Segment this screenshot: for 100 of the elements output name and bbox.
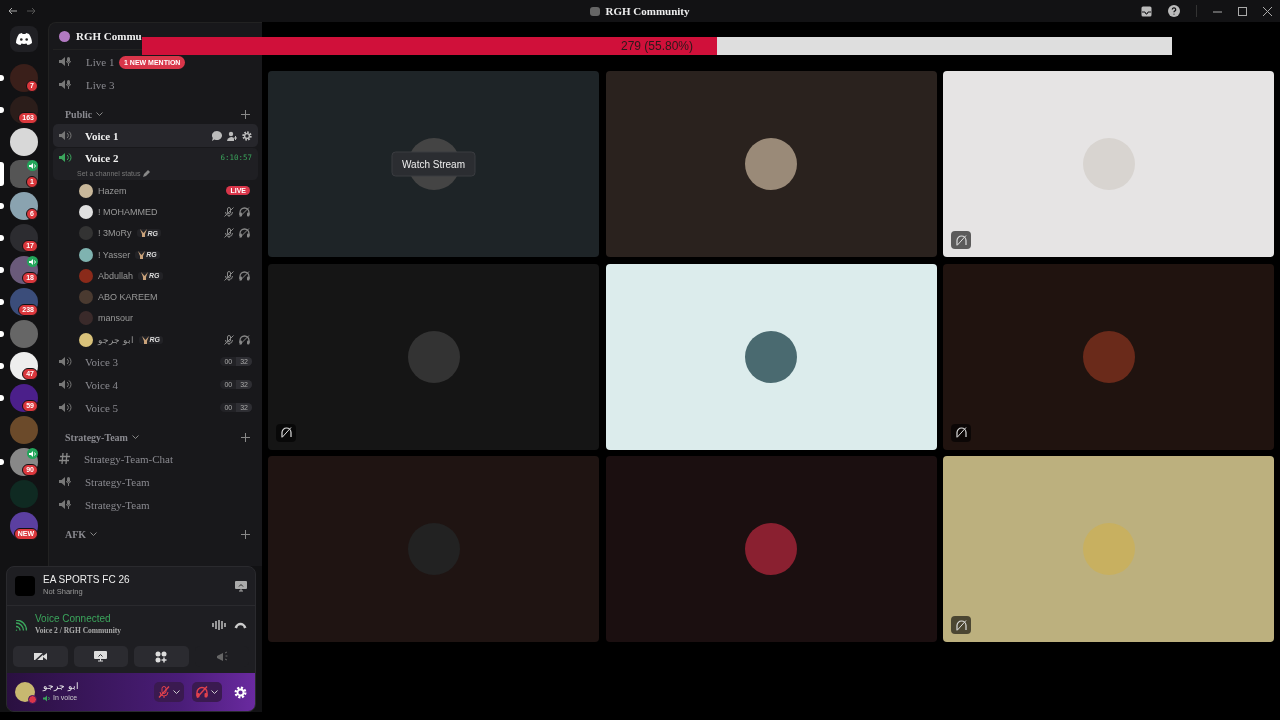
channel-row[interactable]: Strategy-Team	[53, 493, 258, 517]
member-name: ! 3MoRy	[98, 228, 132, 239]
forward-icon[interactable]	[26, 7, 36, 15]
microphone-icon	[158, 686, 170, 698]
deafened-icon	[239, 270, 250, 281]
mute-button[interactable]	[154, 682, 184, 702]
maximize-icon[interactable]	[1238, 6, 1247, 16]
video-tile[interactable]	[943, 263, 1274, 450]
watch-stream-button[interactable]: Watch Stream	[391, 151, 476, 177]
activities-button[interactable]	[134, 646, 189, 667]
do-not-disturb-icon	[28, 695, 37, 704]
screen-share-button[interactable]	[73, 646, 128, 667]
video-tile[interactable]	[605, 456, 937, 642]
avatar	[79, 311, 93, 326]
server-icon	[10, 320, 38, 348]
server-icon	[10, 480, 38, 508]
activity-title: EA SPORTS FC 26	[43, 574, 130, 586]
headphones-off-icon	[280, 427, 292, 438]
discord-logo-icon[interactable]	[10, 26, 38, 52]
close-icon[interactable]	[1263, 6, 1272, 16]
inbox-icon[interactable]	[1141, 5, 1152, 17]
video-tile[interactable]	[943, 71, 1274, 257]
speaker-icon	[59, 356, 72, 368]
server-name[interactable]: RGH Commu	[76, 30, 142, 42]
avatar	[79, 204, 93, 219]
channel-name: Voice 1	[84, 129, 119, 142]
channel-name: Voice 5	[84, 401, 119, 414]
speaker-icon	[27, 256, 38, 267]
channel-row[interactable]: Strategy-Team-Chat	[53, 447, 258, 471]
server-icon	[10, 128, 38, 156]
signal-icon	[15, 619, 27, 631]
help-icon[interactable]	[1168, 5, 1180, 17]
channel-name: Voice 4	[84, 378, 119, 391]
category-name[interactable]: Public	[65, 108, 93, 120]
video-tile[interactable]	[605, 71, 937, 257]
muted-mic-icon	[224, 206, 234, 217]
category-name[interactable]: AFK	[65, 528, 87, 540]
channel-name: Voice 2	[84, 151, 119, 164]
muted-mic-icon	[224, 270, 234, 281]
unread-indicator	[0, 363, 4, 369]
add-channel-icon[interactable]	[241, 529, 250, 539]
unread-indicator	[0, 203, 4, 209]
speaker-icon	[59, 402, 72, 414]
stage-icon	[59, 476, 72, 488]
video-tile[interactable]	[268, 263, 599, 450]
member-row[interactable]: ABO KAREEM	[53, 286, 258, 308]
headphones-off-icon	[955, 427, 967, 438]
back-icon[interactable]	[8, 7, 18, 15]
speaker-icon	[27, 160, 38, 171]
channel-name[interactable]: Live 1	[78, 55, 115, 68]
stage-icon	[59, 56, 72, 67]
channel-name: Strategy-Team	[84, 498, 150, 511]
member-row[interactable]: mansour	[53, 307, 258, 330]
disconnect-icon[interactable]	[234, 621, 247, 629]
chevron-icon	[90, 531, 98, 537]
category-name[interactable]: Strategy-Team	[65, 431, 128, 443]
deafened-icon	[239, 228, 250, 239]
invite-icon[interactable]	[227, 130, 237, 141]
channel-name: Voice 3	[84, 355, 119, 368]
share-screen-icon[interactable]	[235, 580, 247, 592]
unread-indicator	[0, 162, 4, 186]
pencil-icon[interactable]	[143, 169, 151, 177]
deafen-button[interactable]	[192, 682, 222, 702]
settings-icon[interactable]	[242, 130, 252, 141]
avatar	[1082, 523, 1135, 575]
channel-row[interactable]: Strategy-Team	[53, 470, 258, 494]
server-icon	[590, 6, 601, 16]
home-icon	[59, 30, 70, 42]
avatar	[79, 247, 93, 262]
member-name: ابو جرجو	[98, 334, 134, 345]
unread-indicator	[0, 331, 4, 337]
voice-status[interactable]: Voice Connected	[35, 613, 121, 625]
server-icon	[10, 416, 38, 444]
channel-name[interactable]: Live 3	[78, 78, 115, 91]
video-tile[interactable]: Watch Stream	[268, 71, 599, 257]
user-avatar[interactable]	[15, 682, 35, 702]
chevron-icon	[211, 689, 218, 695]
unread-indicator	[0, 267, 4, 273]
member-row[interactable]: ! MOHAMMED	[53, 201, 258, 223]
antler-icon	[141, 335, 149, 344]
noise-suppression-icon[interactable]	[212, 620, 226, 630]
avatar	[745, 523, 797, 575]
deafened-icon	[239, 334, 250, 345]
add-channel-icon[interactable]	[241, 109, 250, 119]
channel-row[interactable]: Voice 1	[53, 124, 258, 147]
camera-off-button[interactable]	[13, 646, 68, 667]
member-name: Abdullah	[98, 270, 134, 281]
avatar	[745, 330, 797, 383]
avatar	[79, 226, 93, 241]
stage-icon	[59, 79, 72, 90]
video-tile[interactable]	[605, 263, 937, 450]
screen-share-icon	[94, 651, 108, 662]
member-name: ! Yasser	[98, 249, 131, 260]
add-channel-icon[interactable]	[241, 432, 250, 442]
game-icon	[15, 576, 35, 596]
avatar	[745, 138, 797, 190]
chat-icon[interactable]	[212, 130, 222, 141]
video-tile[interactable]	[943, 456, 1274, 642]
activities-icon	[155, 650, 168, 663]
video-tile[interactable]	[268, 456, 599, 642]
